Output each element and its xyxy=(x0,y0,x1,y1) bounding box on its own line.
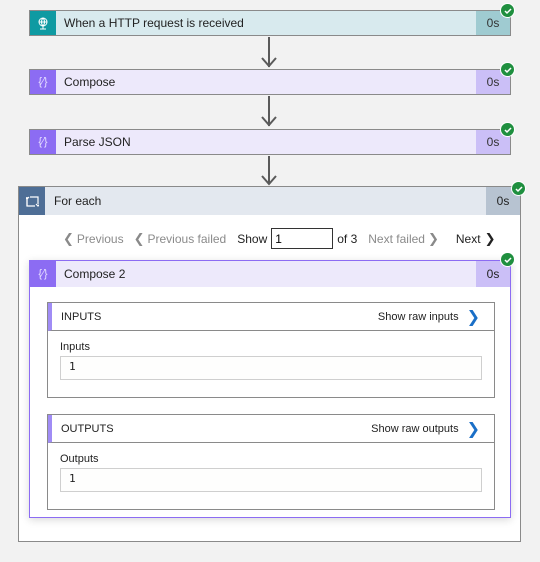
inputs-label: Inputs xyxy=(60,341,90,353)
connector-arrow xyxy=(261,37,277,69)
show-raw-inputs-link[interactable]: Show raw inputs ❯ xyxy=(378,307,480,327)
inputs-header: INPUTS Show raw inputs ❯ xyxy=(48,303,494,331)
connector-arrow xyxy=(261,96,277,128)
inputs-value: 1 xyxy=(60,356,482,380)
braces-icon: {⁄} xyxy=(30,130,56,154)
compose2-header[interactable]: {⁄} Compose 2 0s xyxy=(30,261,510,287)
step-title: Parse JSON xyxy=(64,135,131,149)
next-button[interactable]: Next ❯ xyxy=(456,231,496,247)
connector-arrow xyxy=(261,156,277,186)
outputs-section: OUTPUTS Show raw outputs ❯ Outputs 1 xyxy=(47,414,495,510)
compose2-title: Compose 2 xyxy=(64,267,126,281)
next-label: Next xyxy=(455,231,481,246)
braces-icon: {⁄} xyxy=(30,261,56,287)
inputs-section: INPUTS Show raw inputs ❯ Inputs 1 xyxy=(47,302,495,398)
step-title: When a HTTP request is received xyxy=(64,16,244,30)
iteration-pager: ❮ Previous ❮ Previous failed Show of 3 N… xyxy=(63,228,495,249)
success-check-icon xyxy=(500,3,515,18)
success-check-icon xyxy=(500,122,515,137)
previous-label: Previous xyxy=(76,231,124,246)
inputs-heading: INPUTS xyxy=(61,310,102,323)
braces-icon: {⁄} xyxy=(30,70,56,94)
success-check-icon xyxy=(511,181,526,196)
chevron-right-icon: ❯ xyxy=(484,230,496,246)
step-parse-json[interactable]: {⁄} Parse JSON 0s xyxy=(29,129,511,155)
loop-icon xyxy=(19,187,45,215)
compose2-card: {⁄} Compose 2 0s INPUTS Show raw inputs … xyxy=(29,260,511,518)
chevron-left-icon: ❮ xyxy=(63,230,74,246)
outputs-header: OUTPUTS Show raw outputs ❯ xyxy=(48,415,494,443)
success-check-icon xyxy=(500,252,515,267)
chevron-right-icon: ❯ xyxy=(466,308,480,326)
globe-request-icon xyxy=(30,11,56,35)
previous-failed-label: Previous failed xyxy=(147,231,227,246)
previous-failed-button[interactable]: ❮ Previous failed xyxy=(134,231,227,247)
chevron-right-icon: ❯ xyxy=(466,420,480,438)
foreach-title: For each xyxy=(54,194,102,208)
outputs-label: Outputs xyxy=(60,453,99,465)
step-title: Compose xyxy=(64,75,116,89)
show-raw-outputs-link[interactable]: Show raw outputs ❯ xyxy=(371,419,480,439)
foreach-container: For each 0s ❮ Previous ❮ Previous failed… xyxy=(18,186,521,542)
chevron-left-icon: ❮ xyxy=(133,230,145,246)
next-failed-label: Next failed xyxy=(368,231,425,246)
of-total-label: of 3 xyxy=(337,231,358,246)
outputs-value: 1 xyxy=(60,468,482,492)
show-raw-outputs-label: Show raw outputs xyxy=(371,422,459,435)
foreach-header[interactable]: For each 0s xyxy=(19,187,520,215)
chevron-right-icon: ❯ xyxy=(427,230,439,246)
success-check-icon xyxy=(500,62,515,77)
previous-button[interactable]: ❮ Previous xyxy=(63,231,124,247)
next-failed-button[interactable]: Next failed ❯ xyxy=(368,231,439,247)
iteration-input[interactable] xyxy=(271,228,334,249)
show-raw-inputs-label: Show raw inputs xyxy=(377,310,459,323)
outputs-heading: OUTPUTS xyxy=(61,422,114,435)
show-label: Show xyxy=(237,231,268,246)
step-compose[interactable]: {⁄} Compose 0s xyxy=(29,69,511,95)
step-http-trigger[interactable]: When a HTTP request is received 0s xyxy=(29,10,511,36)
